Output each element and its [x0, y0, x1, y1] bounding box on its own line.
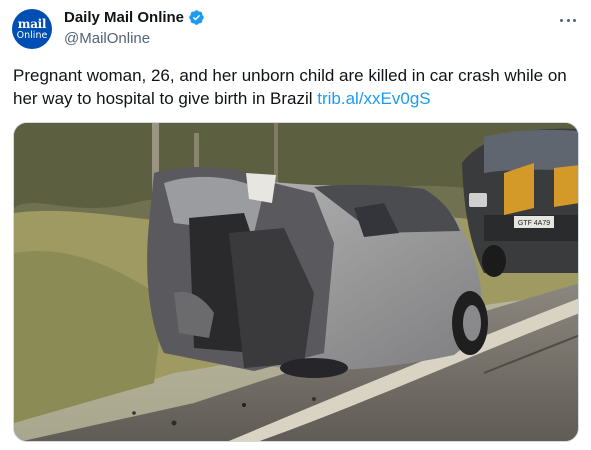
avatar[interactable]: mail Online [12, 9, 52, 49]
author-display-name[interactable]: Daily Mail Online [64, 9, 184, 26]
crash-photo: GTF 4A79 [14, 123, 578, 441]
license-plate: GTF 4A79 [518, 220, 550, 227]
tweet-media-image[interactable]: GTF 4A79 [13, 122, 579, 442]
avatar-text-main: mail [17, 16, 47, 31]
avatar-text-sub: Online [16, 29, 48, 41]
dot [566, 18, 570, 22]
dot [573, 18, 576, 22]
author-name-row: Daily Mail Online [64, 9, 205, 26]
tweet-body: Pregnant woman, 26, and her unborn child… [13, 66, 567, 108]
author-handle[interactable]: @MailOnline [64, 30, 150, 47]
tweet-card[interactable]: mail Online Daily Mail Online @MailOnlin… [0, 0, 591, 450]
more-options-icon[interactable] [556, 10, 580, 30]
verified-badge-icon [189, 10, 204, 25]
dot [560, 18, 563, 22]
tweet-text: Pregnant woman, 26, and her unborn child… [13, 64, 573, 110]
tweet-link[interactable]: trib.al/xxEv0gS [317, 89, 430, 108]
